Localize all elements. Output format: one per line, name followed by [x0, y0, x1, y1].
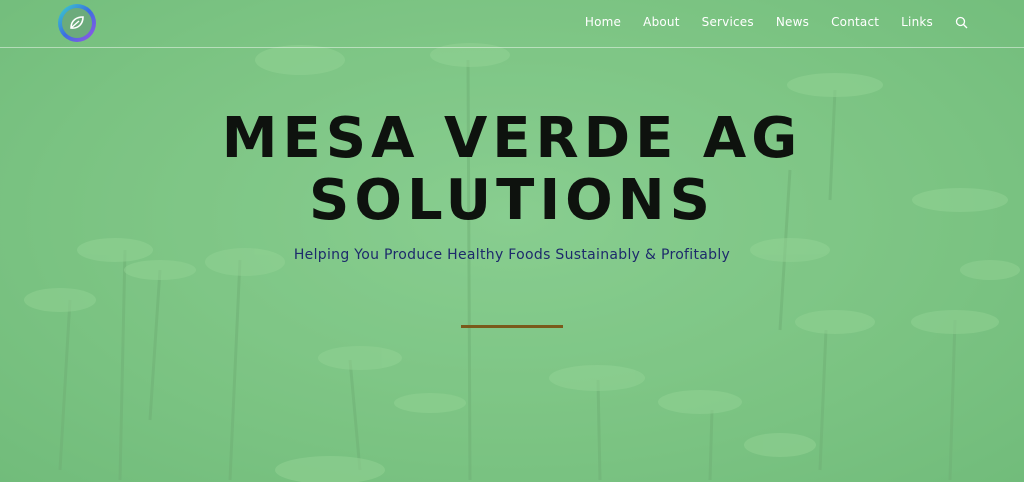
nav-about[interactable]: About [632, 15, 690, 29]
search-icon[interactable] [955, 16, 968, 29]
nav-services[interactable]: Services [691, 15, 765, 29]
header-divider [0, 47, 1024, 48]
leaf-logo-icon[interactable] [58, 4, 96, 42]
hero-divider [461, 325, 563, 328]
hero-title-line1: MESA VERDE AG [221, 106, 803, 171]
nav-home[interactable]: Home [574, 15, 632, 29]
hero-title: MESA VERDE AG SOLUTIONS [0, 108, 1024, 232]
nav-links[interactable]: Links [890, 15, 944, 29]
site-header: Home About Services News Contact Links [0, 0, 1024, 48]
hero-subtitle: Helping You Produce Healthy Foods Sustai… [293, 247, 731, 263]
hero-background [0, 0, 1024, 482]
leaf-icon [70, 16, 84, 29]
nav-contact[interactable]: Contact [820, 15, 890, 29]
hero-title-line2: SOLUTIONS [309, 168, 715, 233]
main-nav: Home About Services News Contact Links [574, 15, 944, 29]
nav-news[interactable]: News [765, 15, 820, 29]
